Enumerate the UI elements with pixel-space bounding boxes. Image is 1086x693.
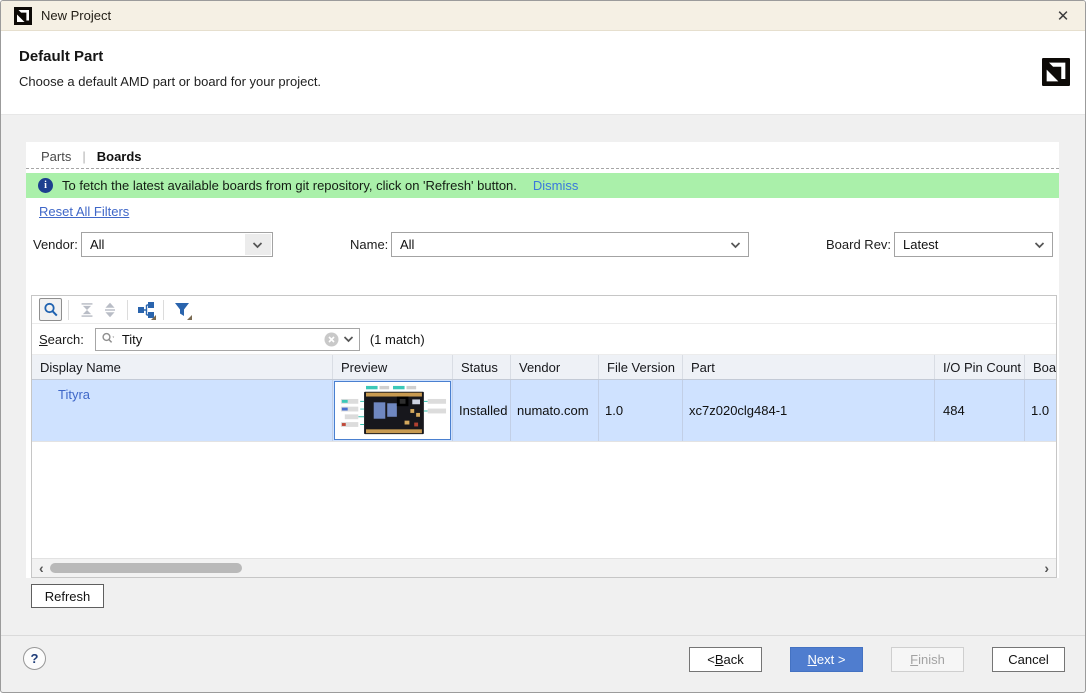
match-count: (1 match) [370,332,425,347]
page-subtitle: Choose a default AMD part or board for y… [19,74,321,89]
search-icon[interactable] [39,298,62,321]
column-header-file-version[interactable]: File Version [599,355,683,379]
table-row[interactable]: Tityra [32,380,1056,442]
content-panel: Parts | Boards i To fetch the latest ava… [26,142,1059,578]
amd-logo [1041,58,1071,86]
wizard-header: Default Part Choose a default AMD part o… [1,31,1085,115]
close-icon[interactable]: ✕ [1052,5,1074,27]
cancel-button[interactable]: Cancel [992,647,1065,672]
column-header-preview[interactable]: Preview [333,355,453,379]
cell-vendor: numato.com [511,380,599,441]
column-header-board[interactable]: Boa [1025,355,1056,379]
reset-all-filters-link[interactable]: Reset All Filters [39,204,129,219]
search-glass-icon [101,332,117,346]
cell-status: Installed [453,380,511,441]
tab-bar: Parts | Boards [41,145,142,167]
dismiss-link[interactable]: Dismiss [533,178,579,193]
chevron-down-icon [730,242,741,249]
list-toolbar [32,296,1056,324]
cell-part: xc7z020clg484-1 [683,380,935,441]
tab-divider [26,168,1059,169]
scroll-right-icon[interactable]: › [1044,559,1049,577]
footer-divider [1,635,1085,636]
board-rev-select[interactable]: Latest [894,232,1053,257]
search-value: Tity [122,332,324,347]
board-rev-label: Board Rev: [826,232,891,257]
info-icon: i [38,178,53,193]
next-button[interactable]: Next > [790,647,863,672]
amd-logo-icon [14,7,32,25]
refresh-button[interactable]: Refresh [31,584,104,608]
info-banner: i To fetch the latest available boards f… [26,173,1059,198]
column-header-vendor[interactable]: Vendor [511,355,599,379]
chevron-down-icon [252,242,263,249]
scrollbar-thumb[interactable] [50,563,242,573]
search-row: Search: Tity (1 match) [32,324,1056,355]
collapse-all-icon[interactable] [75,298,98,321]
column-header-part[interactable]: Part [683,355,935,379]
table-header-row: Display Name Preview Status Vendor File … [32,355,1056,380]
tab-boards[interactable]: Boards [97,149,142,164]
board-preview-image [337,384,449,438]
search-input[interactable]: Tity [95,328,360,351]
titlebar: New Project ✕ [1,1,1085,31]
search-label: Search: [39,332,84,347]
group-by-icon[interactable] [134,298,157,321]
vendor-value: All [90,237,104,252]
finish-button[interactable]: Finish [891,647,964,672]
board-list-container: Search: Tity (1 match) Display Name Prev… [31,295,1057,578]
scroll-left-icon[interactable]: ‹ [39,559,44,577]
tab-separator: | [82,149,85,164]
name-value: All [400,237,414,252]
toolbar-divider [163,300,164,320]
preview-cell-frame [334,381,451,440]
column-header-io-pin-count[interactable]: I/O Pin Count [935,355,1025,379]
filter-row: Vendor: All Name: All Board Rev: Latest [26,232,1059,257]
chevron-down-icon [1034,242,1045,249]
filter-icon[interactable] [170,298,193,321]
vendor-label: Vendor: [33,232,78,257]
cell-preview[interactable] [333,380,453,441]
cell-display-name[interactable]: Tityra [32,380,333,441]
back-button[interactable]: < Back [689,647,762,672]
cell-file-version: 1.0 [599,380,683,441]
help-button[interactable]: ? [23,647,46,670]
new-project-dialog: New Project ✕ Default Part Choose a defa… [0,0,1086,693]
page-title: Default Part [19,48,103,65]
vendor-select[interactable]: All [81,232,273,257]
table-empty-area [32,442,1056,558]
name-select[interactable]: All [391,232,749,257]
horizontal-scrollbar[interactable]: ‹ › [32,558,1056,577]
banner-text: To fetch the latest available boards fro… [62,178,517,193]
cell-board: 1.0 [1025,380,1056,441]
search-history-chevron-icon[interactable] [343,336,354,343]
board-rev-value: Latest [903,237,938,252]
expand-all-icon[interactable] [98,298,121,321]
tab-parts[interactable]: Parts [41,149,71,164]
clear-search-icon[interactable] [324,332,339,347]
toolbar-divider [127,300,128,320]
cell-io-pin-count: 484 [935,380,1025,441]
toolbar-divider [68,300,69,320]
column-header-display-name[interactable]: Display Name [32,355,333,379]
window-title: New Project [41,8,111,23]
name-label: Name: [350,232,388,257]
column-header-status[interactable]: Status [453,355,511,379]
